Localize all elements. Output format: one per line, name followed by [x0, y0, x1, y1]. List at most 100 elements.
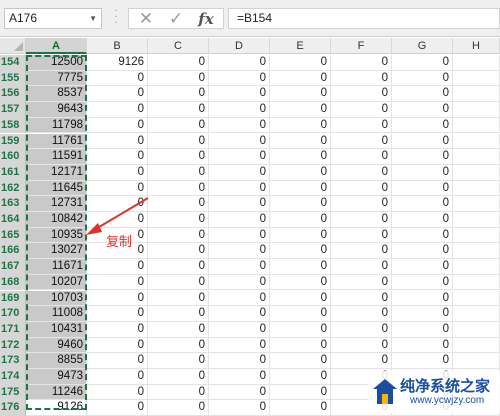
row-header[interactable]: 171: [0, 321, 26, 338]
cell-c[interactable]: 0: [148, 102, 209, 118]
cell-b[interactable]: 0: [87, 149, 148, 165]
cell-c[interactable]: 0: [148, 353, 209, 369]
cell-h[interactable]: [453, 212, 500, 228]
cell-e[interactable]: 0: [270, 400, 331, 416]
cell-e[interactable]: 0: [270, 321, 331, 338]
cell-g[interactable]: 0: [392, 227, 453, 244]
cell-g[interactable]: 0: [392, 164, 453, 181]
cell-g[interactable]: 0: [392, 337, 453, 354]
column-header-d[interactable]: D: [209, 38, 270, 54]
cell-c[interactable]: 0: [148, 337, 209, 354]
cell-a[interactable]: 9126: [26, 400, 87, 416]
cell-c[interactable]: 0: [148, 70, 209, 87]
cell-c[interactable]: 0: [148, 259, 209, 275]
row-header[interactable]: 166: [0, 243, 26, 260]
insert-function-button[interactable]: fx: [193, 10, 219, 28]
row-header[interactable]: 157: [0, 102, 26, 118]
cell-e[interactable]: 0: [270, 290, 331, 307]
cell-d[interactable]: 0: [209, 274, 270, 291]
cell-d[interactable]: 0: [209, 400, 270, 416]
cell-f[interactable]: 0: [331, 196, 392, 212]
cell-a[interactable]: 10207: [26, 274, 87, 291]
cell-g[interactable]: 0: [392, 243, 453, 260]
cell-b[interactable]: 9126: [87, 55, 148, 71]
cell-d[interactable]: 0: [209, 70, 270, 87]
cell-a[interactable]: 10431: [26, 321, 87, 338]
cell-h[interactable]: [453, 274, 500, 291]
cell-a[interactable]: 13027: [26, 243, 87, 260]
cell-h[interactable]: [453, 180, 500, 197]
cell-a[interactable]: 9460: [26, 337, 87, 354]
cell-g[interactable]: 0: [392, 321, 453, 338]
cell-d[interactable]: 0: [209, 180, 270, 197]
cell-b[interactable]: 0: [87, 321, 148, 338]
cell-e[interactable]: 0: [270, 259, 331, 275]
cell-f[interactable]: 0: [331, 337, 392, 354]
row-header[interactable]: 159: [0, 133, 26, 150]
cell-d[interactable]: 0: [209, 86, 270, 103]
cell-e[interactable]: 0: [270, 227, 331, 244]
row-header[interactable]: 162: [0, 180, 26, 197]
cell-c[interactable]: 0: [148, 384, 209, 401]
cell-c[interactable]: 0: [148, 274, 209, 291]
cell-b[interactable]: 0: [87, 369, 148, 385]
cell-f[interactable]: 0: [331, 306, 392, 322]
cell-a[interactable]: 12500: [26, 55, 87, 71]
cell-d[interactable]: 0: [209, 290, 270, 307]
cell-a[interactable]: 11671: [26, 259, 87, 275]
cell-f[interactable]: 0: [331, 290, 392, 307]
row-header[interactable]: 169: [0, 290, 26, 307]
formula-input[interactable]: =B154: [228, 8, 500, 29]
cell-g[interactable]: 0: [392, 259, 453, 275]
row-header[interactable]: 168: [0, 274, 26, 291]
row-header[interactable]: 160: [0, 149, 26, 165]
cell-g[interactable]: 0: [392, 274, 453, 291]
cell-e[interactable]: 0: [270, 384, 331, 401]
cell-a[interactable]: 11798: [26, 117, 87, 134]
cell-h[interactable]: [453, 337, 500, 354]
cell-e[interactable]: 0: [270, 353, 331, 369]
cell-g[interactable]: 0: [392, 102, 453, 118]
cell-e[interactable]: 0: [270, 337, 331, 354]
cell-f[interactable]: 0: [331, 259, 392, 275]
row-header[interactable]: 173: [0, 353, 26, 369]
cell-f[interactable]: 0: [331, 227, 392, 244]
cell-e[interactable]: 0: [270, 369, 331, 385]
row-header[interactable]: 163: [0, 196, 26, 212]
cell-a[interactable]: 11761: [26, 133, 87, 150]
cell-d[interactable]: 0: [209, 196, 270, 212]
cell-c[interactable]: 0: [148, 133, 209, 150]
name-box[interactable]: A176 ▼: [4, 8, 102, 29]
cell-h[interactable]: [453, 70, 500, 87]
row-header[interactable]: 176: [0, 400, 26, 416]
cell-g[interactable]: 0: [392, 180, 453, 197]
cell-e[interactable]: 0: [270, 243, 331, 260]
select-all-button[interactable]: [0, 38, 26, 54]
cell-b[interactable]: 0: [87, 400, 148, 416]
cell-a[interactable]: 10935: [26, 227, 87, 244]
cell-d[interactable]: 0: [209, 353, 270, 369]
cell-e[interactable]: 0: [270, 164, 331, 181]
cell-f[interactable]: 0: [331, 353, 392, 369]
column-header-e[interactable]: E: [270, 38, 331, 54]
cell-f[interactable]: 0: [331, 321, 392, 338]
cell-f[interactable]: 0: [331, 212, 392, 228]
cell-e[interactable]: 0: [270, 306, 331, 322]
cell-a[interactable]: 11645: [26, 180, 87, 197]
cell-a[interactable]: 7775: [26, 70, 87, 87]
cell-c[interactable]: 0: [148, 369, 209, 385]
cell-d[interactable]: 0: [209, 117, 270, 134]
cell-b[interactable]: 0: [87, 133, 148, 150]
cell-a[interactable]: 11008: [26, 306, 87, 322]
row-header[interactable]: 175: [0, 384, 26, 401]
cell-d[interactable]: 0: [209, 55, 270, 71]
row-header[interactable]: 174: [0, 369, 26, 385]
row-header[interactable]: 155: [0, 70, 26, 87]
cell-c[interactable]: 0: [148, 243, 209, 260]
cell-f[interactable]: 0: [331, 133, 392, 150]
cell-a[interactable]: 12731: [26, 196, 87, 212]
cell-h[interactable]: [453, 149, 500, 165]
cell-g[interactable]: 0: [392, 117, 453, 134]
cell-g[interactable]: 0: [392, 196, 453, 212]
cell-a[interactable]: 10842: [26, 212, 87, 228]
